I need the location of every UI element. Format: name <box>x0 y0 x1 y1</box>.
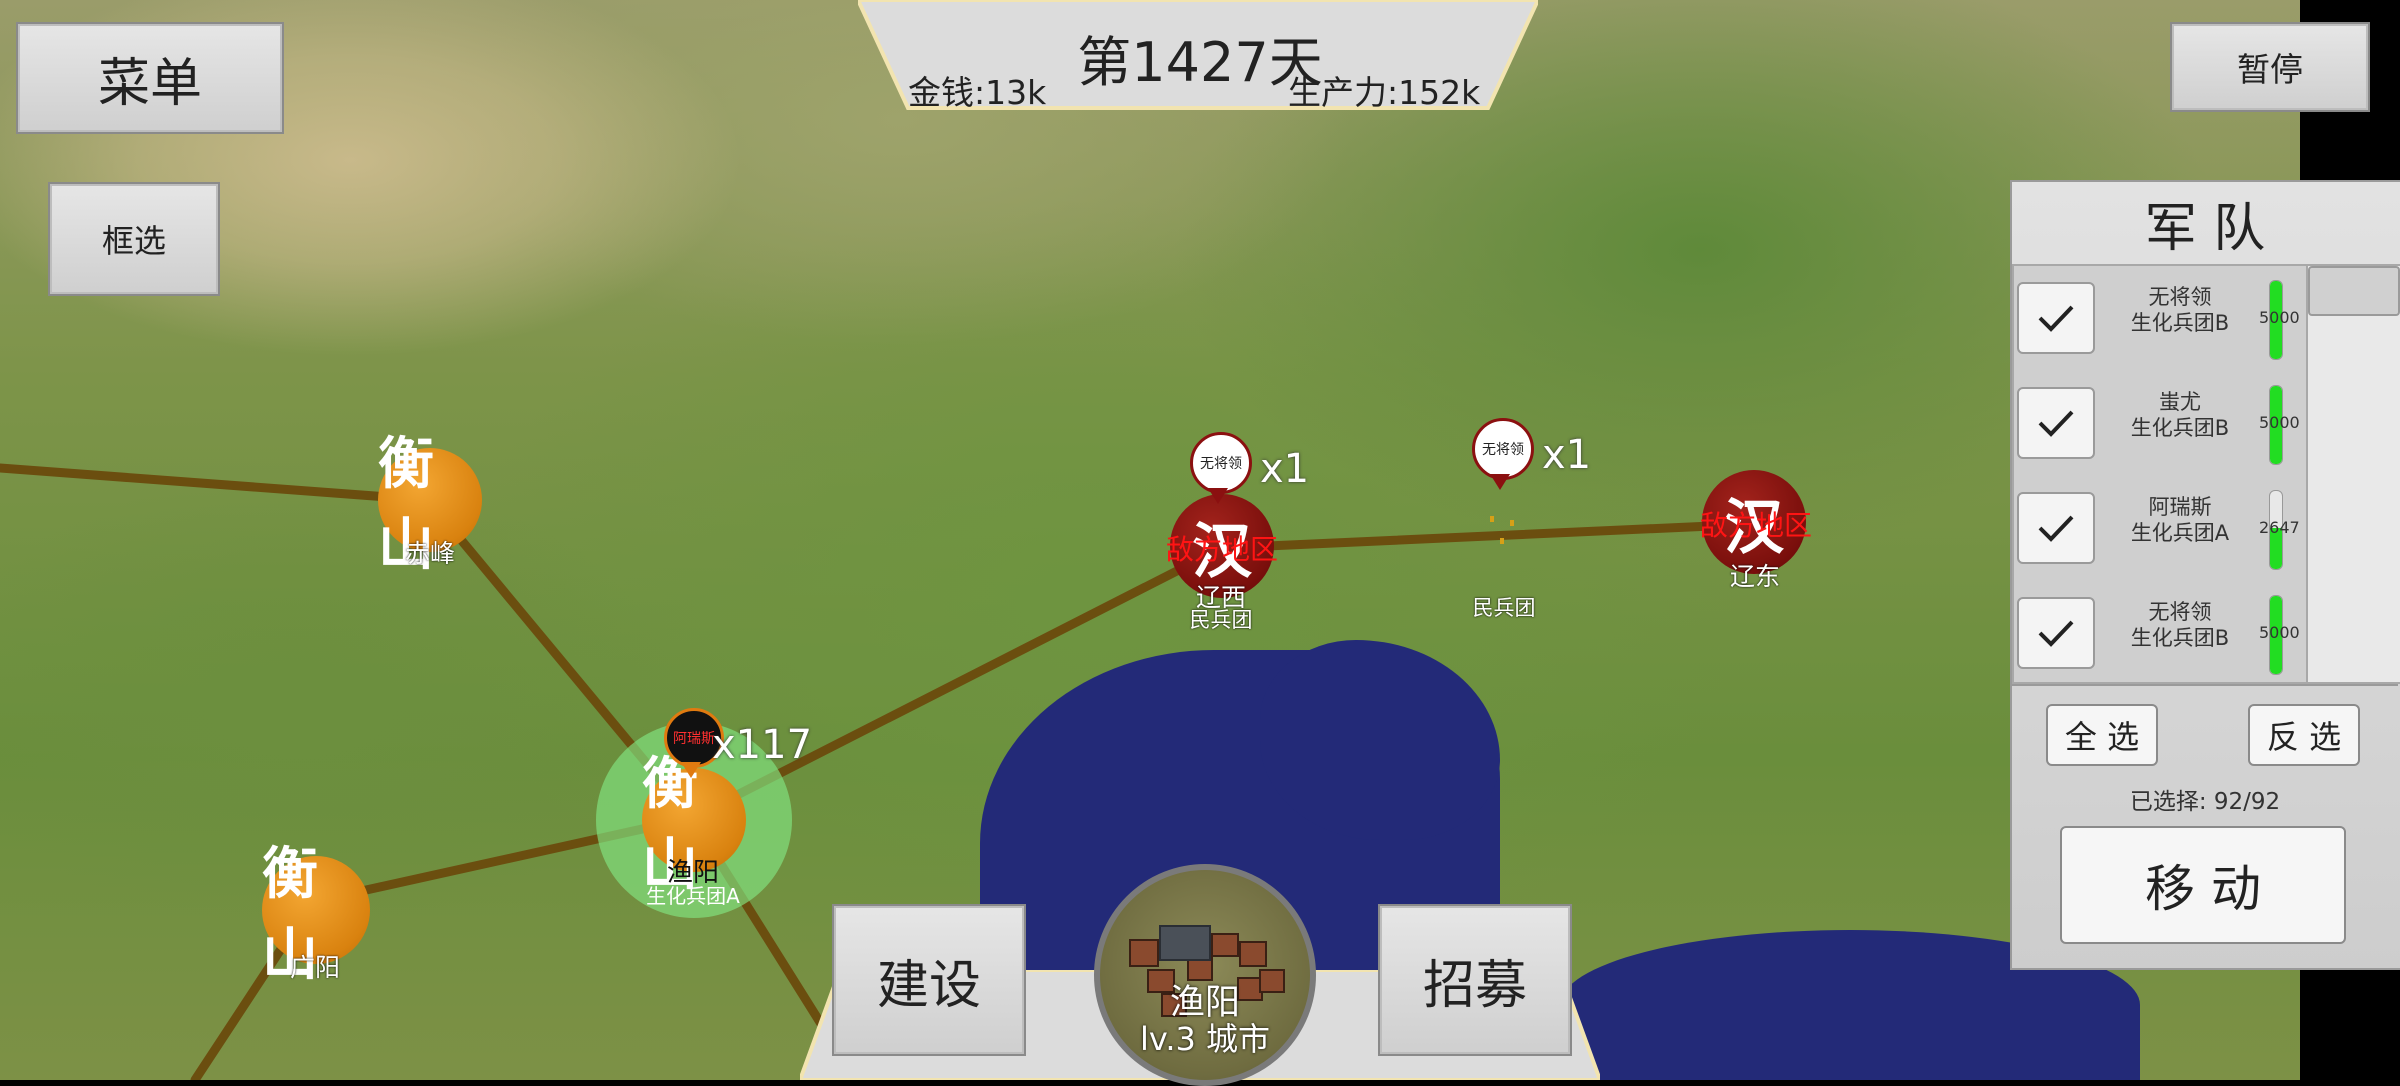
box-select-label: 框选 <box>101 222 166 260</box>
select-all-label: 全 选 <box>2064 718 2140 756</box>
move-button[interactable]: 移 动 <box>2060 826 2346 944</box>
menu-button[interactable]: 菜单 <box>16 22 284 134</box>
army-panel-title: 军 队 <box>2144 199 2266 259</box>
army-row[interactable]: 蚩尤 生化兵团B 5000 <box>2015 377 2300 477</box>
row-checkbox[interactable] <box>2017 387 2095 459</box>
build-button[interactable]: 建设 <box>832 904 1026 1056</box>
hp-value: 5000 <box>2259 623 2300 642</box>
panel-divider <box>2012 684 2398 686</box>
army-pin-liaoxi[interactable]: 无将领 <box>1190 432 1252 494</box>
army-pin-field[interactable]: 无将领 <box>1472 418 1534 480</box>
invert-select-label: 反 选 <box>2266 718 2342 756</box>
unit-name: 蚩尤 生化兵团B <box>2105 389 2255 441</box>
army-unit-type: 民兵团 <box>1472 596 1536 620</box>
army-count: x1 <box>1542 432 1592 478</box>
army-row[interactable]: 无将领 生化兵团B 5000 <box>2015 272 2300 372</box>
production-text: 生产力:152k <box>1288 73 1481 112</box>
row-checkbox[interactable] <box>2017 492 2095 564</box>
city-chifeng-name: 赤峰 <box>404 539 455 568</box>
army-row[interactable]: 阿瑞斯 生化兵团A 2647 <box>2015 482 2300 582</box>
army-row[interactable]: 无将领 生化兵团B 5000 <box>2015 587 2300 687</box>
unit-type: 生化兵团B <box>2130 311 2230 335</box>
recruit-label: 招募 <box>1422 955 1527 1016</box>
unit-general: 无将领 <box>2148 285 2212 309</box>
enemy-region-label: 敌方地区 <box>1700 509 1813 542</box>
unit-type: 生化兵团A <box>2130 521 2230 545</box>
city-yuyang-unit: 生化兵团A <box>646 884 740 908</box>
invert-select-button[interactable]: 反 选 <box>2248 704 2360 766</box>
checkmark-icon <box>2038 410 2074 437</box>
city-guangyang-name: 广阳 <box>289 953 340 982</box>
army-count: x117 <box>712 722 813 768</box>
checkmark-icon <box>2038 305 2074 332</box>
hp-value: 5000 <box>2259 308 2300 327</box>
city-portrait[interactable]: 渔阳 lv.3 城市 <box>1094 864 1316 1086</box>
selected-count: 已选择: 92/92 <box>2129 789 2281 815</box>
city-level: lv.3 城市 <box>1139 1020 1271 1058</box>
pin-tip <box>1208 488 1228 504</box>
hp-value: 2647 <box>2259 518 2300 537</box>
unit-general: 无将领 <box>2148 600 2212 624</box>
move-label: 移 动 <box>2145 860 2261 918</box>
city-liaodong-name: 辽东 <box>1729 562 1780 591</box>
hp-value: 5000 <box>2259 413 2300 432</box>
row-checkbox[interactable] <box>2017 282 2095 354</box>
army-pin-general: 阿瑞斯 <box>673 731 715 747</box>
army-list-scrollbar[interactable] <box>2306 264 2400 684</box>
army-count: x1 <box>1260 446 1310 492</box>
unit-name: 无将领 生化兵团B <box>2105 599 2255 651</box>
unit-general: 阿瑞斯 <box>2148 495 2212 519</box>
box-select-button[interactable]: 框选 <box>48 182 220 296</box>
checkmark-icon <box>2038 515 2074 542</box>
recruit-button[interactable]: 招募 <box>1378 904 1572 1056</box>
select-all-button[interactable]: 全 选 <box>2046 704 2158 766</box>
unit-type: 生化兵团B <box>2130 416 2230 440</box>
money-text: 金钱:13k <box>908 73 1047 112</box>
build-label: 建设 <box>876 955 981 1016</box>
pause-button[interactable]: 暂停 <box>2170 22 2370 112</box>
unit-type: 生化兵团B <box>2130 626 2230 650</box>
checkmark-icon <box>2038 620 2074 647</box>
army-pin-general: 无将领 <box>1200 456 1242 472</box>
scrollbar-handle[interactable] <box>2308 266 2400 316</box>
city-liaoxi-unit: 民兵团 <box>1189 608 1253 632</box>
unit-general: 蚩尤 <box>2159 390 2201 414</box>
enemy-region-label: 敌方地区 <box>1166 533 1279 566</box>
menu-label: 菜单 <box>97 53 202 114</box>
pause-label: 暂停 <box>2237 50 2303 89</box>
unit-name: 无将领 生化兵团B <box>2105 284 2255 336</box>
unit-name: 阿瑞斯 生化兵团A <box>2105 494 2255 546</box>
row-checkbox[interactable] <box>2017 597 2095 669</box>
army-pin-general: 无将领 <box>1482 442 1524 458</box>
pin-tip <box>1490 474 1510 490</box>
pin-tip <box>681 762 701 778</box>
